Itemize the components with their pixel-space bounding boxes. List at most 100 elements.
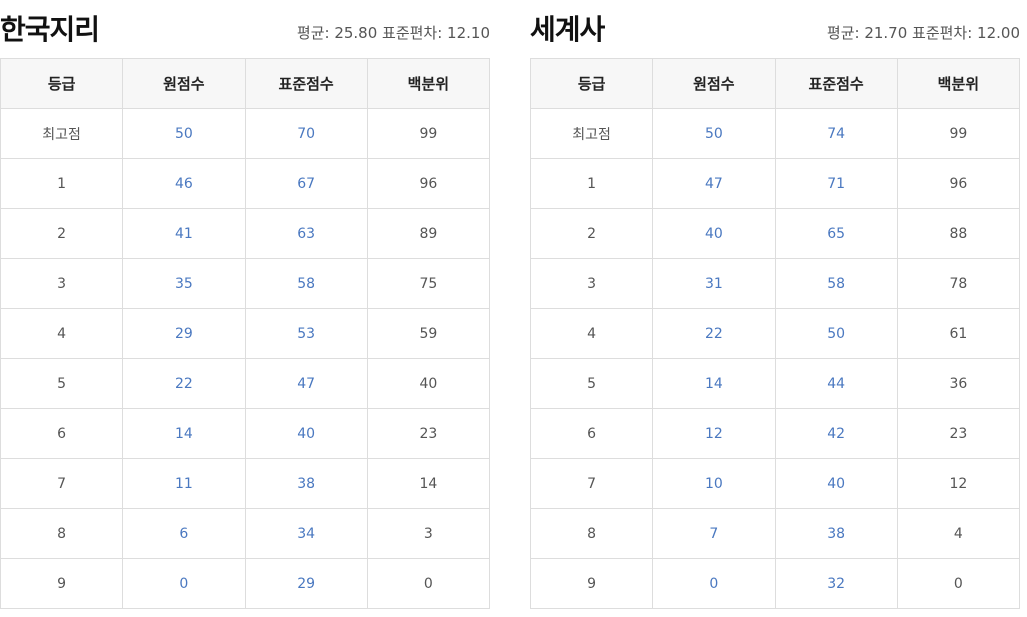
table-row: 6 12 42 23 bbox=[529, 408, 1021, 459]
standard-score-cell: 74 bbox=[774, 108, 898, 159]
standard-score-cell: 50 bbox=[774, 308, 898, 359]
col-header: 등급 bbox=[529, 58, 654, 109]
standard-score-cell: 53 bbox=[244, 308, 368, 359]
percentile-cell: 61 bbox=[896, 308, 1021, 359]
standard-score-cell: 67 bbox=[244, 158, 368, 209]
percentile-cell: 36 bbox=[896, 358, 1021, 409]
percentile-cell: 59 bbox=[366, 308, 491, 359]
percentile-cell: 3 bbox=[366, 508, 491, 559]
standard-score-cell: 71 bbox=[774, 158, 898, 209]
table-row: 4 22 50 61 bbox=[529, 308, 1021, 359]
raw-score-cell: 46 bbox=[122, 158, 246, 209]
grade-cell: 7 bbox=[529, 458, 654, 509]
table-header-row: 등급 원점수 표준점수 백분위 bbox=[529, 58, 1021, 109]
standard-score-cell: 32 bbox=[774, 558, 898, 609]
percentile-cell: 23 bbox=[366, 408, 491, 459]
grade-cell: 3 bbox=[529, 258, 654, 309]
grade-cell: 3 bbox=[0, 258, 124, 309]
percentile-cell: 78 bbox=[896, 258, 1021, 309]
table-header-row: 등급 원점수 표준점수 백분위 bbox=[0, 58, 491, 109]
standard-score-cell: 38 bbox=[244, 458, 368, 509]
standard-score-cell: 29 bbox=[244, 558, 368, 609]
subject-stats: 평균: 21.70 표준편차: 12.00 bbox=[826, 24, 1020, 42]
raw-score-cell: 14 bbox=[652, 358, 776, 409]
grade-cell: 1 bbox=[0, 158, 124, 209]
col-header: 표준점수 bbox=[244, 58, 368, 109]
raw-score-cell: 10 bbox=[652, 458, 776, 509]
table-row: 7 11 38 14 bbox=[0, 458, 491, 509]
grade-cell: 8 bbox=[0, 508, 124, 559]
panel-header: 세계사 평균: 21.70 표준편차: 12.00 bbox=[530, 0, 1020, 58]
grade-cell: 1 bbox=[529, 158, 654, 209]
table-row: 2 40 65 88 bbox=[529, 208, 1021, 259]
table-row: 6 14 40 23 bbox=[0, 408, 491, 459]
grade-cell: 8 bbox=[529, 508, 654, 559]
percentile-cell: 14 bbox=[366, 458, 491, 509]
raw-score-cell: 0 bbox=[122, 558, 246, 609]
grade-cell: 7 bbox=[0, 458, 124, 509]
raw-score-cell: 14 bbox=[122, 408, 246, 459]
standard-score-cell: 47 bbox=[244, 358, 368, 409]
raw-score-cell: 47 bbox=[652, 158, 776, 209]
grade-cell: 2 bbox=[0, 208, 124, 259]
standard-score-cell: 44 bbox=[774, 358, 898, 409]
raw-score-cell: 40 bbox=[652, 208, 776, 259]
table-row: 1 46 67 96 bbox=[0, 158, 491, 209]
table-row: 5 14 44 36 bbox=[529, 358, 1021, 409]
standard-score-cell: 40 bbox=[244, 408, 368, 459]
standard-score-cell: 63 bbox=[244, 208, 368, 259]
grade-cell: 5 bbox=[529, 358, 654, 409]
percentile-cell: 0 bbox=[896, 558, 1021, 609]
percentile-cell: 75 bbox=[366, 258, 491, 309]
subject-title: 한국지리 bbox=[0, 13, 100, 46]
subject-title: 세계사 bbox=[530, 13, 605, 46]
table-row: 최고점 50 70 99 bbox=[0, 108, 491, 159]
grade-cell: 최고점 bbox=[0, 108, 124, 159]
grade-cell: 6 bbox=[529, 408, 654, 459]
raw-score-cell: 41 bbox=[122, 208, 246, 259]
col-header: 백분위 bbox=[896, 58, 1021, 109]
grade-cell: 4 bbox=[0, 308, 124, 359]
percentile-cell: 96 bbox=[896, 158, 1021, 209]
percentile-cell: 23 bbox=[896, 408, 1021, 459]
subject-stats: 평균: 25.80 표준편차: 12.10 bbox=[296, 24, 490, 42]
table-row: 2 41 63 89 bbox=[0, 208, 491, 259]
score-table: 등급 원점수 표준점수 백분위 최고점 50 70 99 1 46 67 96 2 41 63 89 3… bbox=[0, 58, 491, 609]
standard-score-cell: 40 bbox=[774, 458, 898, 509]
table-row: 8 6 34 3 bbox=[0, 508, 491, 559]
raw-score-cell: 12 bbox=[652, 408, 776, 459]
table-row: 9 0 29 0 bbox=[0, 558, 491, 609]
table-row: 1 47 71 96 bbox=[529, 158, 1021, 209]
grade-cell: 4 bbox=[529, 308, 654, 359]
standard-score-cell: 38 bbox=[774, 508, 898, 559]
standard-score-cell: 42 bbox=[774, 408, 898, 459]
grade-cell: 9 bbox=[529, 558, 654, 609]
table-row: 7 10 40 12 bbox=[529, 458, 1021, 509]
grade-cell: 5 bbox=[0, 358, 124, 409]
table-row: 3 35 58 75 bbox=[0, 258, 491, 309]
col-header: 등급 bbox=[0, 58, 124, 109]
table-row: 9 0 32 0 bbox=[529, 558, 1021, 609]
raw-score-cell: 22 bbox=[652, 308, 776, 359]
table-row: 4 29 53 59 bbox=[0, 308, 491, 359]
table-row: 3 31 58 78 bbox=[529, 258, 1021, 309]
percentile-cell: 99 bbox=[366, 108, 491, 159]
panel-world-history: 세계사 평균: 21.70 표준편차: 12.00 등급 원점수 표준점수 백분… bbox=[529, 0, 1021, 609]
percentile-cell: 12 bbox=[896, 458, 1021, 509]
raw-score-cell: 31 bbox=[652, 258, 776, 309]
table-row: 8 7 38 4 bbox=[529, 508, 1021, 559]
panel-korean-geography: 한국지리 평균: 25.80 표준편차: 12.10 등급 원점수 표준점수 백… bbox=[0, 0, 491, 609]
raw-score-cell: 29 bbox=[122, 308, 246, 359]
raw-score-cell: 50 bbox=[652, 108, 776, 159]
grade-cell: 6 bbox=[0, 408, 124, 459]
raw-score-cell: 6 bbox=[122, 508, 246, 559]
grade-cell: 최고점 bbox=[529, 108, 654, 159]
percentile-cell: 4 bbox=[896, 508, 1021, 559]
percentile-cell: 96 bbox=[366, 158, 491, 209]
percentile-cell: 99 bbox=[896, 108, 1021, 159]
col-header: 표준점수 bbox=[774, 58, 898, 109]
raw-score-cell: 11 bbox=[122, 458, 246, 509]
table-body: 최고점 50 70 99 1 46 67 96 2 41 63 89 3 35 58 75 4 29 53 59 5 22… bbox=[0, 108, 491, 609]
col-header: 백분위 bbox=[366, 58, 491, 109]
standard-score-cell: 70 bbox=[244, 108, 368, 159]
